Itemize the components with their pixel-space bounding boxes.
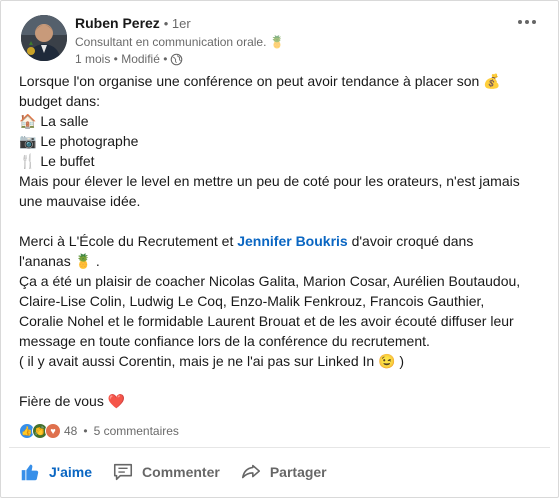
- author-name-row: Ruben Perez • 1er: [75, 13, 502, 34]
- post-body: Lorsque l'on organise une conférence on …: [19, 71, 543, 411]
- post-text-line: l'ananas 🍍 .: [19, 253, 100, 269]
- thanks-text-end: d'avoir croqué dans: [347, 233, 474, 249]
- post-text-line: Ça a été un plaisir de coacher Nicolas G…: [19, 273, 521, 289]
- globe-icon: [170, 53, 183, 66]
- dot: [532, 20, 536, 24]
- share-icon: [240, 461, 262, 483]
- comment-icon: [112, 461, 134, 483]
- post-text-line: 📷 Le photographe: [19, 133, 139, 149]
- post-text-line: message en toute confiance lors de la co…: [19, 333, 430, 349]
- share-button[interactable]: Partager: [230, 452, 337, 492]
- post-text-line: Claire-Lise Colin, Ludwig Le Coq, Enzo-M…: [19, 293, 485, 309]
- like-label: J'aime: [49, 464, 93, 480]
- post-text-line: Lorsque l'on organise une conférence on …: [19, 73, 501, 89]
- reaction-count[interactable]: 48: [64, 424, 77, 438]
- post-text-line: Coralie Nohel et le formidable Laurent B…: [19, 313, 514, 329]
- reaction-icons[interactable]: 👍 👏 ♥: [19, 423, 61, 439]
- post-timestamp: 1 mois • Modifié •: [75, 50, 502, 68]
- more-options-icon[interactable]: [514, 15, 540, 29]
- post-text-line: 🏠 La salle: [19, 113, 89, 129]
- like-button[interactable]: J'aime: [9, 452, 102, 492]
- comments-count[interactable]: 5 commentaires: [94, 424, 179, 438]
- divider: [9, 447, 550, 448]
- post-time-text: 1 mois • Modifié •: [75, 52, 168, 66]
- post-text-line: une mauvaise idée.: [19, 193, 141, 209]
- post-header: Ruben Perez • 1er Consultant en communic…: [17, 13, 542, 68]
- post-text-line: budget dans:: [19, 93, 100, 109]
- thumbs-up-icon: [19, 461, 41, 483]
- post-text-line: Mais pour élever le level en mettre un p…: [19, 173, 520, 189]
- author-avatar[interactable]: [21, 15, 67, 61]
- dot: [518, 20, 522, 24]
- comment-label: Commenter: [142, 464, 220, 480]
- author-name[interactable]: Ruben Perez: [75, 15, 160, 31]
- post-action-bar: J'aime Commenter Partager: [9, 452, 550, 492]
- post-text-line: Merci à L'École du Recrutement et Jennif…: [19, 231, 543, 251]
- thanks-text: Merci à L'École du Recrutement et: [19, 233, 238, 249]
- share-label: Partager: [269, 464, 327, 480]
- count-separator: •: [83, 424, 88, 438]
- mention-link[interactable]: Jennifer Boukris: [237, 233, 347, 249]
- post-text-line: Fière de vous ❤️: [19, 393, 126, 409]
- author-meta: Ruben Perez • 1er Consultant en communic…: [75, 13, 502, 68]
- love-icon: ♥: [45, 423, 61, 439]
- social-counts: 👍 👏 ♥ 48 • 5 commentaires: [19, 422, 179, 440]
- feed-post-card: Ruben Perez • 1er Consultant en communic…: [0, 0, 559, 498]
- post-text-line: 🍴 Le buffet: [19, 153, 95, 169]
- dot: [525, 20, 529, 24]
- author-headline: Consultant en communication orale. 🍍: [75, 35, 285, 49]
- post-text-line: ( il y avait aussi Corentin, mais je ne …: [19, 353, 405, 369]
- comment-button[interactable]: Commenter: [102, 452, 230, 492]
- connection-degree: • 1er: [163, 16, 191, 31]
